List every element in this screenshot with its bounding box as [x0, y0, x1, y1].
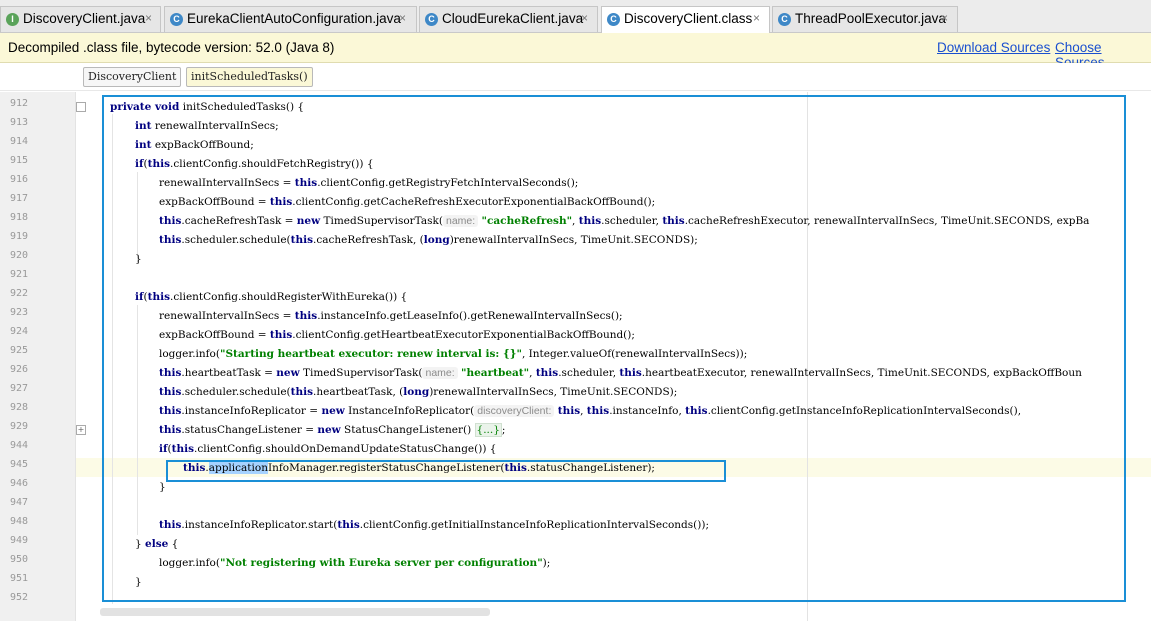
- tab-label: DiscoveryClient.java: [23, 11, 146, 26]
- breadcrumb: DiscoveryClient initScheduledTasks(): [0, 63, 1151, 91]
- tab-label: ThreadPoolExecutor.java: [795, 11, 946, 26]
- class-icon: C: [170, 13, 183, 26]
- close-icon[interactable]: ×: [753, 11, 760, 25]
- tab-label: DiscoveryClient.class: [624, 11, 753, 26]
- breadcrumb-class[interactable]: DiscoveryClient: [83, 67, 182, 87]
- decompiled-notice-banner: Decompiled .class file, bytecode version…: [0, 33, 1151, 70]
- horizontal-scrollbar[interactable]: [100, 608, 490, 616]
- editor-tab-bar: I DiscoveryClient.java × C EurekaClientA…: [0, 0, 1151, 33]
- tab-label: EurekaClientAutoConfiguration.java: [187, 11, 401, 26]
- code-editor[interactable]: 912 913 914 915 916 917 918 919 920 921 …: [0, 92, 1151, 621]
- download-sources-link[interactable]: Download Sources: [937, 40, 1050, 55]
- tab-discoveryclient-class[interactable]: C DiscoveryClient.class ×: [601, 6, 770, 33]
- close-icon[interactable]: ×: [941, 11, 948, 25]
- decompiled-notice-text: Decompiled .class file, bytecode version…: [8, 40, 335, 55]
- interface-icon: I: [6, 13, 19, 26]
- close-icon[interactable]: ×: [581, 11, 588, 25]
- close-icon[interactable]: ×: [399, 11, 406, 25]
- close-icon[interactable]: ×: [145, 11, 152, 25]
- annotation-box-line: [166, 460, 726, 482]
- tab-threadpoolexecutor-java[interactable]: C ThreadPoolExecutor.java ×: [772, 6, 958, 32]
- breadcrumb-method[interactable]: initScheduledTasks(): [186, 67, 313, 87]
- tab-eurekaclientautoconfiguration-java[interactable]: C EurekaClientAutoConfiguration.java ×: [164, 6, 417, 32]
- tab-discoveryclient-java[interactable]: I DiscoveryClient.java ×: [0, 6, 161, 32]
- annotation-box-method: [102, 95, 1126, 602]
- class-icon: C: [607, 13, 620, 26]
- class-icon: C: [425, 13, 438, 26]
- tab-cloudeurekaclient-java[interactable]: C CloudEurekaClient.java ×: [419, 6, 598, 32]
- class-icon: C: [778, 13, 791, 26]
- tab-label: CloudEurekaClient.java: [442, 11, 584, 26]
